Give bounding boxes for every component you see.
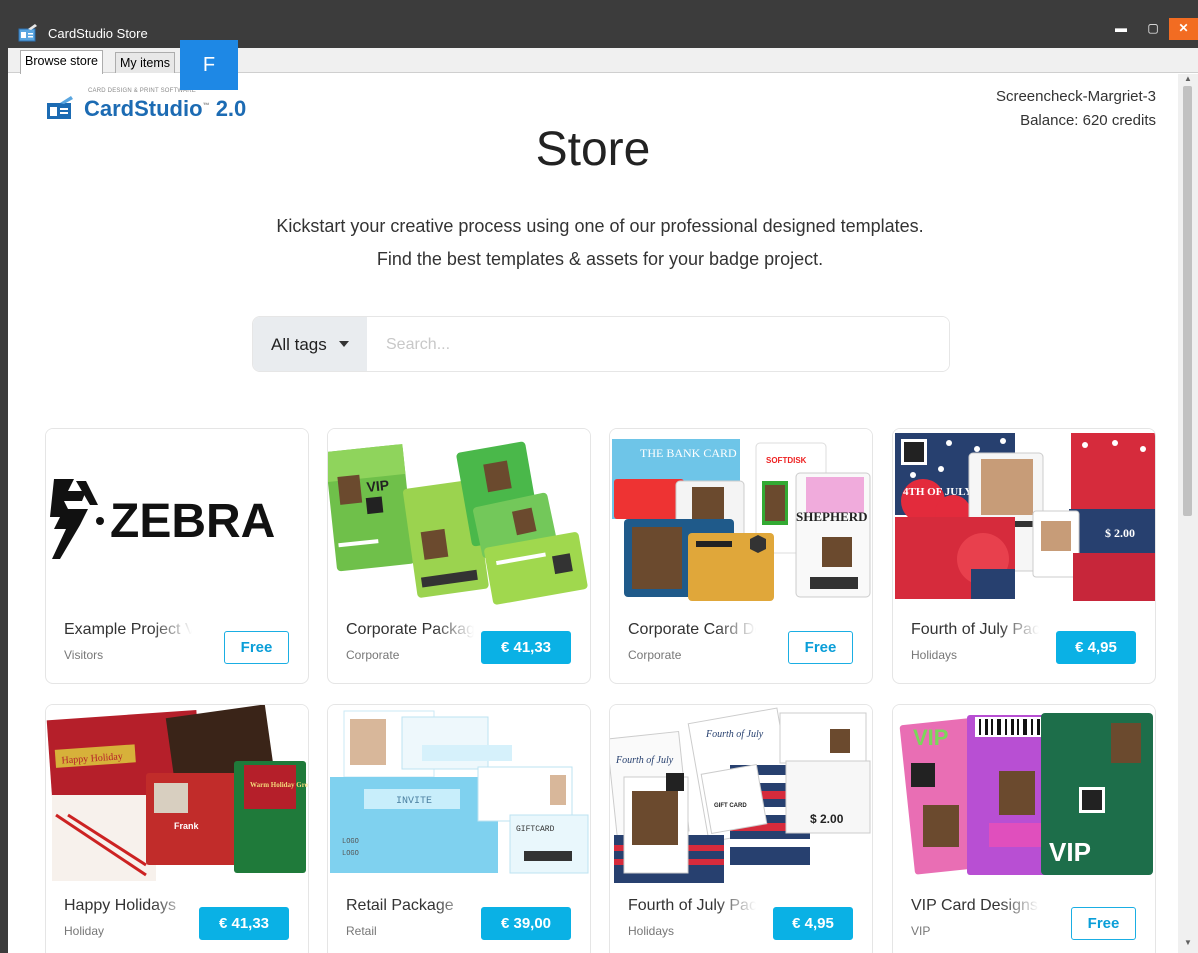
product-title: VIP Card Designs Logan [911,897,1039,915]
product-card[interactable]: VIP VIP VIP Card Designs VIP Free [892,704,1156,953]
product-title: Fourth of July Package [911,621,1039,639]
user-name: Screencheck-Margriet-3 [995,88,1156,105]
product-thumbnail: VIP VIP [893,705,1155,883]
minimize-button[interactable]: ▬ [1107,18,1135,40]
frank-text: Frank [174,821,200,831]
logo-text-2: LOGO [342,850,359,858]
vip-text: VIP [366,477,390,495]
product-tag: Holiday [64,924,105,938]
product-thumbnail: Happy Holiday Frank Warm Holiday Greetin… [46,705,309,883]
product-title: Retail Package [346,897,474,915]
caret-down-icon [339,341,349,347]
product-tag: Holidays [911,648,958,662]
price-button[interactable]: Free [788,631,853,664]
july-price-text-2: $ 2.00 [810,812,844,826]
price-button[interactable]: Free [1071,907,1136,940]
store-content: CARD DESIGN & PRINT SOFTWARE CardStudio™… [8,74,1178,953]
product-tag: Holidays [628,924,675,938]
scroll-down-arrow-icon[interactable]: ▼ [1183,938,1193,947]
product-title: Corporate Package [346,621,474,639]
invite-text: INVITE [396,796,432,807]
product-thumbnail: THE BANK CARD SOFTDISK SHEPHERD [610,429,872,607]
product-tag: VIP [911,924,931,938]
shepherd-text: SHEPHERD [796,509,868,524]
product-thumbnail: INVITE LOGO LOGO GIFTCARD [328,705,590,883]
product-card[interactable]: INVITE LOGO LOGO GIFTCARD Retail Package… [327,704,591,953]
product-tag: Visitors [64,648,104,662]
product-tag: Corporate [628,648,682,662]
product-card[interactable]: ZEBRA Example Project Visitors Visitors … [45,428,309,684]
fourth-text-2: Fourth of July [705,729,764,740]
softdisk-text: SOFTDISK [766,456,807,465]
product-thumbnail: 4TH OF JULY $ 2.00 [893,429,1155,607]
vertical-scrollbar[interactable]: ▲ ▼ [1178,74,1198,953]
tab-my-items[interactable]: My items [115,52,175,73]
tab-browse-store[interactable]: Browse store [20,50,103,74]
card-icon [47,96,73,119]
product-card[interactable]: THE BANK CARD SOFTDISK SHEPHERD Corporat… [609,428,873,684]
fourth-text-1: Fourth of July [615,755,674,766]
product-tag: Corporate [346,648,400,662]
product-title: Happy Holidays [64,897,192,915]
product-thumbnail: Fourth of July Fourth of July GIFT CARD … [610,705,872,883]
logo-text: CardStudio™ 2.0 [84,96,247,121]
price-button[interactable]: Free [224,631,289,664]
vip-text-3: VIP [1049,837,1091,867]
product-title: Fourth of July Package [628,897,756,915]
price-button[interactable]: € 4,95 [1056,631,1136,664]
close-button[interactable]: ✕ [1169,18,1198,40]
scroll-up-arrow-icon[interactable]: ▲ [1183,74,1193,83]
product-title: Corporate Card Designs [628,621,756,639]
cardstudio-app-icon [18,24,37,42]
subtitle-line-1: Kickstart your creative process using on… [276,216,924,236]
july-text: 4TH OF JULY [903,486,973,498]
bank-card-text: THE BANK CARD [640,446,737,460]
search-input[interactable] [367,317,949,371]
scroll-thumb[interactable] [1183,86,1192,516]
vip-text-2: VIP [913,725,948,750]
tags-dropdown[interactable]: All tags [253,317,367,371]
maximize-button[interactable]: ▢ [1139,18,1167,40]
price-button[interactable]: € 41,33 [199,907,289,940]
overlay-badge: F [180,40,238,90]
subtitle-line-2: Find the best templates & assets for you… [376,249,824,269]
product-card[interactable]: 4TH OF JULY $ 2.00 Fourth of July Pac Ho… [892,428,1156,684]
product-card[interactable]: Fourth of July Fourth of July GIFT CARD … [609,704,873,953]
product-thumbnail: ZEBRA [46,429,308,607]
price-button[interactable]: € 4,95 [773,907,853,940]
price-button[interactable]: € 41,33 [481,631,571,664]
product-card[interactable]: VIP Corporate Package Corporate € 41,33 [327,428,591,684]
store-window: CardStudio Store ▬ ▢ ✕ Browse store My i… [8,18,1198,953]
tags-dropdown-label: All tags [271,335,327,354]
warm-greeting-text: Warm Holiday Greeting! [250,781,309,789]
price-button[interactable]: € 39,00 [481,907,571,940]
gift-card-text: GIFT CARD [714,803,747,809]
zebra-logo-text: ZEBRA [110,495,275,548]
giftcard-text: GIFTCARD [516,825,555,834]
logo-name: CardStudio [84,96,203,121]
logo-text-1: LOGO [342,838,359,846]
product-card[interactable]: Happy Holiday Frank Warm Holiday Greetin… [45,704,309,953]
logo-version: 2.0 [215,96,247,121]
product-tag: Retail [346,924,377,938]
page-title: Store [535,123,651,176]
product-thumbnail: VIP [328,429,590,607]
window-title: CardStudio Store [48,26,148,41]
product-title: Example Project Visitors [64,621,192,639]
search-bar: All tags [252,316,950,372]
july-price-text: $ 2.00 [1105,526,1135,540]
